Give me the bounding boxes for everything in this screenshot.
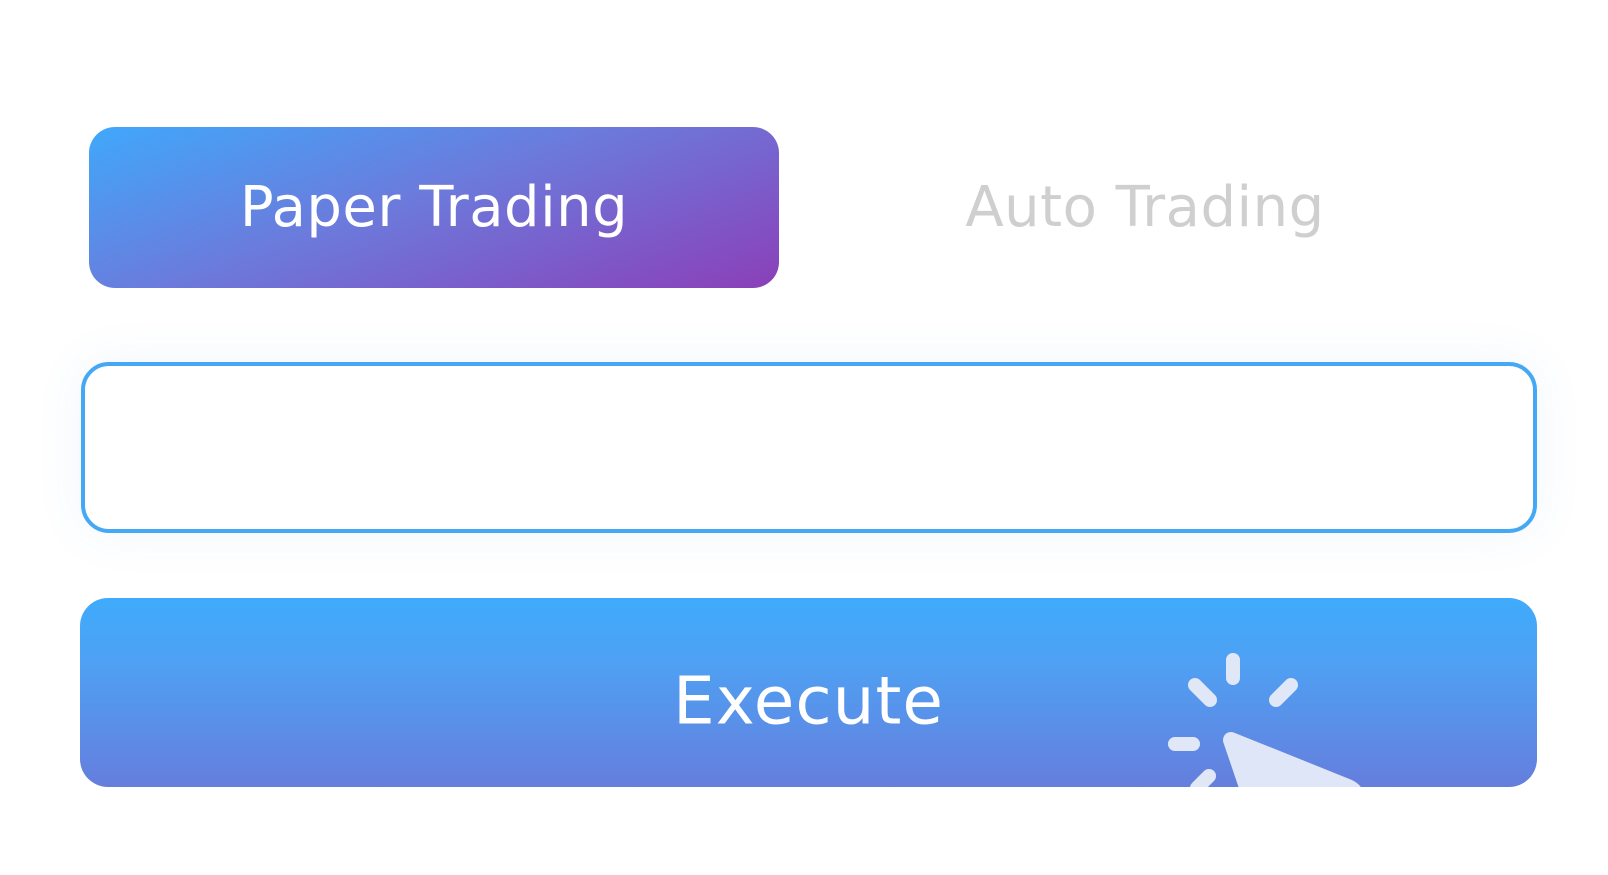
tab-auto-trading[interactable]: Auto Trading — [800, 127, 1490, 288]
tab-paper-trading[interactable]: Paper Trading — [89, 127, 779, 288]
order-input-container — [81, 362, 1537, 533]
order-input[interactable] — [85, 366, 1533, 529]
click-cursor-icon — [1168, 653, 1361, 787]
execute-button[interactable]: Execute — [80, 598, 1537, 787]
trading-panel: Paper Trading Auto Trading Execute — [0, 0, 1608, 875]
